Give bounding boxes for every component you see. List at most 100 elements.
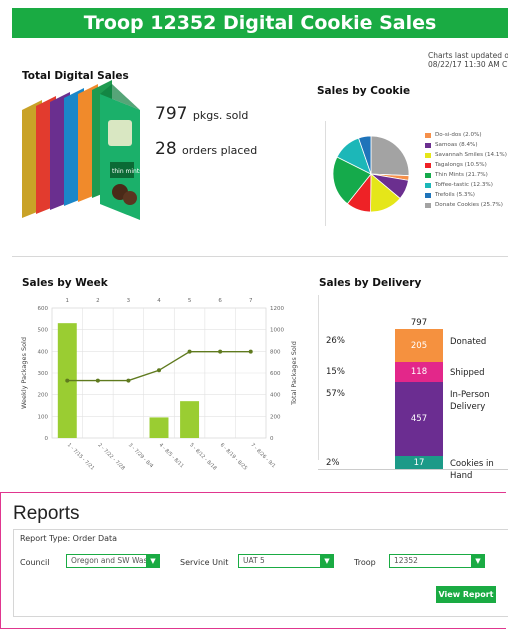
- x-tick-label: 6 - 8/19 - 8/25: [219, 442, 248, 471]
- top-tick-label: 4: [157, 298, 161, 304]
- delivery-baseline: [318, 469, 508, 471]
- total-point: [95, 378, 100, 383]
- packages-sold-value: 797: [155, 104, 188, 124]
- legend-label: Samoas (8.4%): [435, 142, 478, 148]
- view-report-button[interactable]: View Report: [436, 586, 496, 603]
- council-label: Council: [20, 558, 50, 567]
- legend-swatch: [425, 142, 431, 148]
- top-tick-label: 5: [188, 298, 192, 304]
- svg-text:thin mints: thin mints: [112, 168, 142, 175]
- service-unit-select-value: UAT 5: [243, 556, 265, 565]
- y-tick-label: 0: [45, 436, 49, 442]
- legend-label: Trefoils (5.3%): [435, 192, 475, 198]
- delivery-segment-value: 205: [410, 340, 428, 351]
- legend-swatch: [425, 192, 431, 198]
- legend-item: Thin Mints (21.7%): [425, 170, 507, 180]
- delivery-total: 797: [410, 318, 428, 328]
- legend-label: Donate Cookies (25.7%): [435, 202, 503, 208]
- legend-label: Do-si-dos (2.0%): [435, 132, 482, 138]
- week-bar: [149, 417, 169, 438]
- delivery-percent: 26%: [326, 336, 345, 346]
- troop-select[interactable]: 12352 ▼: [389, 554, 485, 568]
- legend-swatch: [425, 202, 431, 208]
- legend-label: Thin Mints (21.7%): [435, 172, 488, 178]
- weekly-sales-chart: 0 100 200 300 400 500 600 0 200 400 600 800 1000 1200…: [20, 298, 298, 472]
- legend-item: Samoas (8.4%): [425, 140, 507, 150]
- total-point: [218, 349, 223, 354]
- legend-label: Savannah Smiles (14.1%): [435, 152, 507, 158]
- delivery-percent: 2%: [326, 457, 340, 468]
- legend-item: Tagalongs (10.5%): [425, 160, 507, 170]
- reports-form: Report Type: Order Data Council Oregon a…: [13, 529, 508, 617]
- cookie-legend: Do-si-dos (2.0%) Samoas (8.4%) Savannah Sm…: [425, 130, 507, 210]
- packages-sold: 797 pkgs. sold: [155, 104, 248, 124]
- delivery-segment-value: 17: [413, 457, 425, 468]
- section-divider: [12, 256, 508, 257]
- y2-tick-label: 400: [270, 393, 281, 399]
- page-title: Troop 12352 Digital Cookie Sales: [83, 12, 437, 34]
- delivery-segment: 205: [395, 329, 443, 363]
- legend-label: Toffee-tastic (12.3%): [435, 182, 493, 188]
- legend-item: Trefoils (5.3%): [425, 190, 507, 200]
- total-point: [65, 378, 70, 383]
- total-line: [67, 350, 251, 382]
- orders-placed-value: 28: [155, 139, 177, 159]
- legend-swatch: [425, 162, 431, 168]
- top-tick-label: 1: [66, 298, 70, 304]
- council-select[interactable]: Oregon and SW Was ▼: [66, 554, 160, 568]
- y-tick-label: 300: [38, 371, 49, 377]
- delivery-segment: 118: [395, 362, 443, 382]
- delivery-segment-value: 457: [410, 413, 428, 424]
- troop-label: Troop: [354, 558, 376, 567]
- y-tick-label: 100: [38, 414, 49, 420]
- legend-item: Do-si-dos (2.0%): [425, 130, 507, 140]
- top-tick-label: 6: [218, 298, 222, 304]
- report-type: Report Type: Order Data: [20, 534, 118, 543]
- sales-by-week-heading: Sales by Week: [22, 277, 108, 289]
- total-point: [248, 349, 253, 354]
- service-unit-chevron-down-icon[interactable]: ▼: [320, 554, 334, 568]
- delivery-label: In-Person Delivery: [450, 389, 490, 412]
- x-tick-label: 5 - 8/12 - 8/18: [188, 442, 217, 471]
- orders-placed: 28 orders placed: [155, 139, 257, 159]
- delivery-stacked-bar: 205 26% Donated 118 15% Shipped 457 57% In-Perso…: [318, 329, 508, 481]
- y-tick-label: 600: [38, 306, 49, 312]
- service-unit-select[interactable]: UAT 5 ▼: [238, 554, 334, 568]
- legend-swatch: [425, 132, 431, 138]
- legend-swatch: [425, 152, 431, 158]
- top-tick-label: 7: [249, 298, 253, 304]
- troop-select-value: 12352: [394, 556, 418, 565]
- y-tick-label: 500: [38, 328, 49, 334]
- week-bar: [180, 401, 200, 438]
- legend-label: Tagalongs (10.5%): [435, 162, 487, 168]
- updated-line-2: 08/22/17 11:30 AM CDT: [428, 60, 508, 69]
- packages-sold-label: pkgs. sold: [192, 109, 249, 122]
- legend-swatch: [425, 182, 431, 188]
- cookie-pie-chart: [332, 135, 410, 213]
- cookie-boxes-image: thin mints: [22, 80, 142, 220]
- legend-item: Savannah Smiles (14.1%): [425, 150, 507, 160]
- charts-updated-note: Charts last updated on 08/22/17 11:30 AM…: [428, 51, 508, 69]
- x-tick-label: 4 - 8/5 - 8/11: [158, 442, 185, 469]
- reports-title: Reports: [13, 503, 80, 524]
- x-tick-label: 7 - 8/26 - 9/1: [249, 442, 276, 469]
- legend-item: Donate Cookies (25.7%): [425, 200, 507, 210]
- troop-chevron-down-icon[interactable]: ▼: [471, 554, 485, 568]
- reports-panel: Reports Report Type: Order Data Council …: [0, 492, 508, 629]
- y-tick-label: 200: [38, 393, 49, 399]
- y2-tick-label: 1000: [270, 328, 284, 334]
- y-axis-label: Weekly Packages Sold: [20, 337, 28, 409]
- x-tick-label: 1 - 7/15 - 7/21: [66, 442, 95, 471]
- pie-slice-donate-cookies: [370, 135, 410, 177]
- legend-swatch: [425, 172, 431, 178]
- delivery-segment: 457: [395, 381, 443, 457]
- y2-tick-label: 200: [270, 414, 281, 420]
- delivery-segment-value: 118: [410, 367, 428, 378]
- delivery-label: Shipped: [450, 368, 485, 379]
- orders-placed-label: orders placed: [182, 144, 258, 157]
- total-point: [126, 378, 131, 383]
- council-chevron-down-icon[interactable]: ▼: [146, 554, 160, 568]
- y2-tick-label: 1200: [270, 306, 284, 312]
- y2-tick-label: 800: [270, 349, 281, 355]
- pie-divider: [325, 121, 326, 226]
